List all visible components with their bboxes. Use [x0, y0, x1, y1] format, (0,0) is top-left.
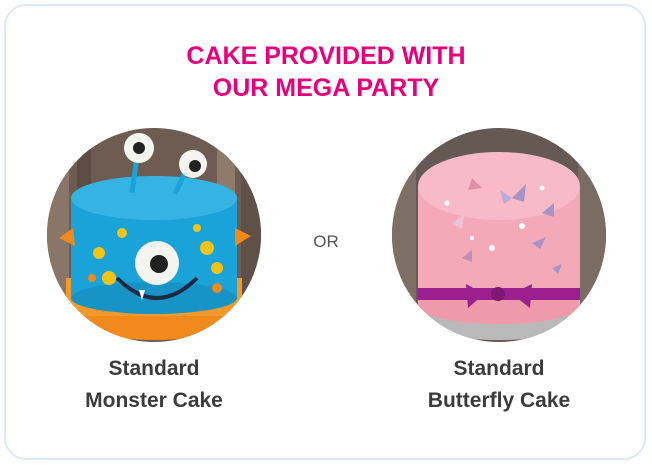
monster-cake-caption-line-1: Standard [108, 357, 200, 380]
butterfly-cake-caption-line-2: Butterfly Cake [427, 389, 571, 412]
monster-cake-caption-line-2: Monster Cake [85, 389, 223, 412]
butterfly-cake-caption-line-1: Standard [453, 357, 545, 380]
or-separator: OR [313, 232, 339, 251]
monster-cake-caption: Standard Monster Cake [24, 0, 284, 466]
butterfly-cake-caption: Standard Butterfly Cake [369, 0, 629, 466]
